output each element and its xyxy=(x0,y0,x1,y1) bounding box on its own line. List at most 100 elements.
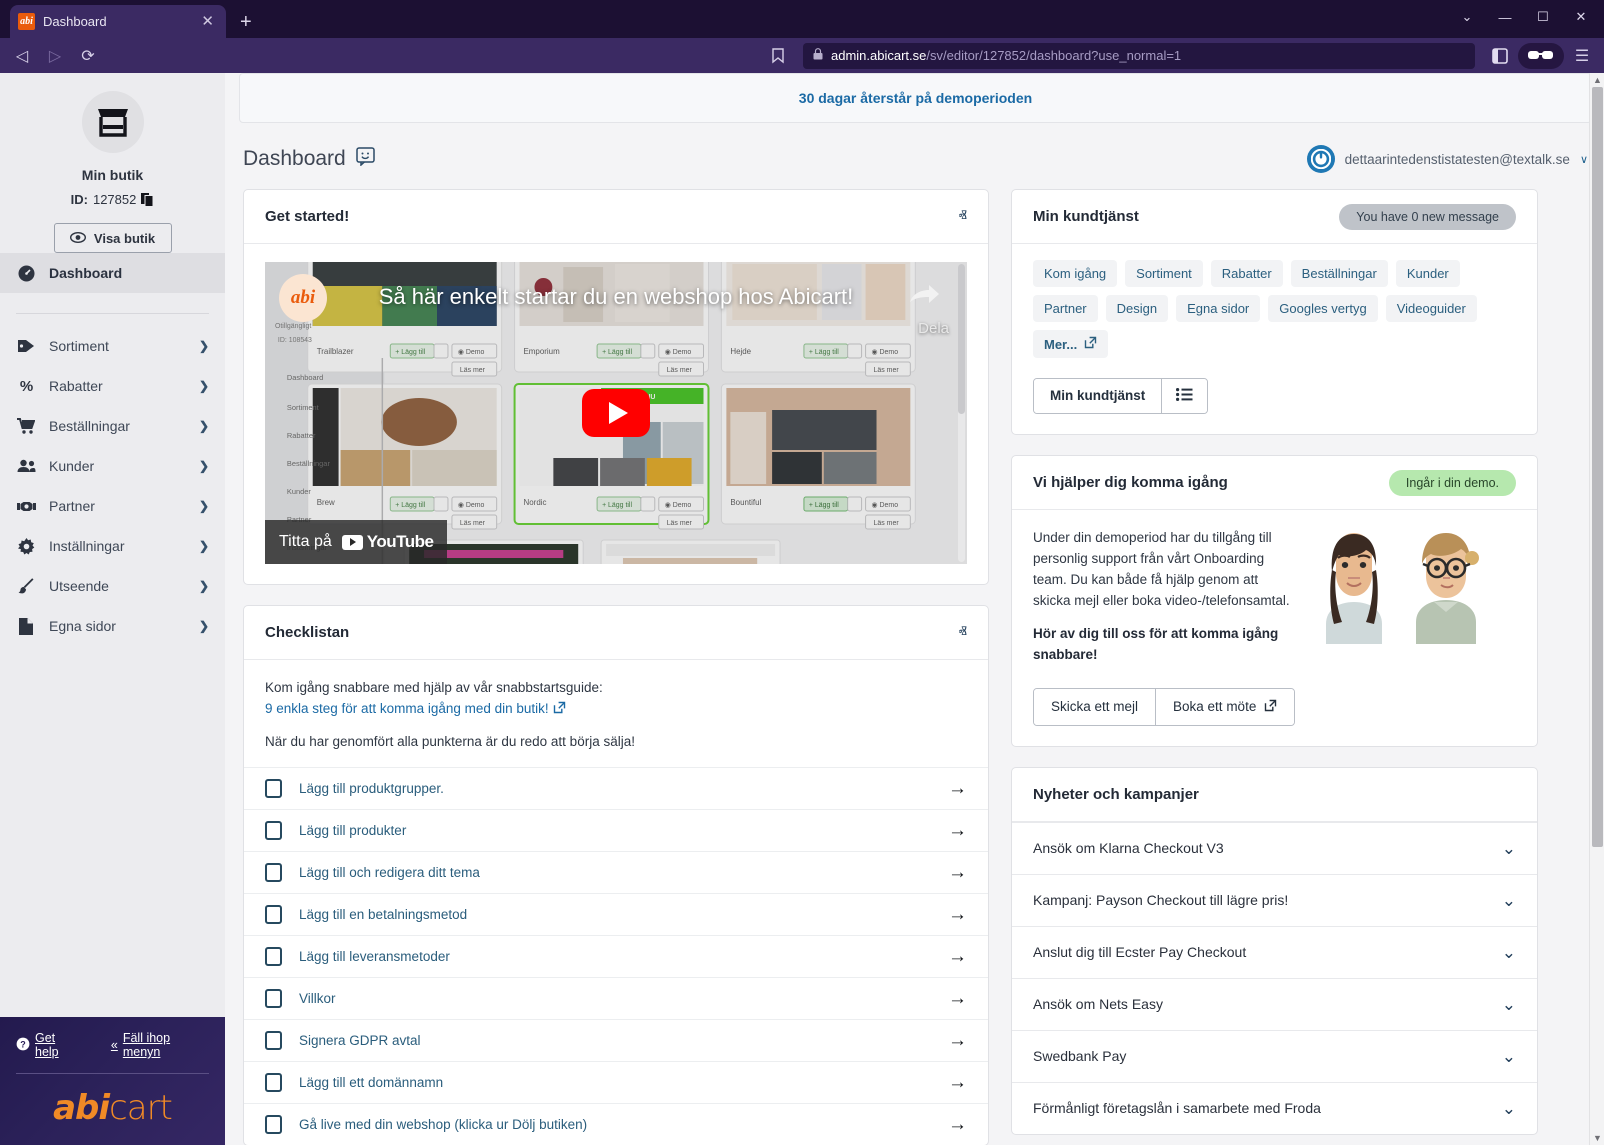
new-tab-button[interactable]: + xyxy=(240,12,252,32)
send-email-button[interactable]: Skicka ett mejl xyxy=(1034,688,1156,725)
checklist-item[interactable]: Lägg till en betalningsmetod → xyxy=(244,893,988,935)
support-tag[interactable]: Kom igång xyxy=(1033,260,1118,287)
quickstart-guide-link[interactable]: 9 enkla steg för att komma igång med din… xyxy=(265,701,566,717)
news-item[interactable]: Förmånligt företagslån i samarbete med F… xyxy=(1012,1081,1537,1134)
arrow-right-icon[interactable]: → xyxy=(948,989,967,1008)
address-bar[interactable]: admin.abicart.se/sv/editor/127852/dashbo… xyxy=(803,42,1475,69)
sidebar-item-dashboard[interactable]: Dashboard xyxy=(0,253,225,293)
sidebar-item-egna-sidor[interactable]: Egna sidor ❯ xyxy=(0,606,225,646)
onboarding-illustration xyxy=(1304,532,1516,644)
news-item[interactable]: Ansök om Klarna Checkout V3 ⌄ xyxy=(1012,821,1537,874)
checkbox[interactable] xyxy=(265,1031,282,1050)
chevron-up-icon[interactable]: ⱏ xyxy=(959,624,967,641)
arrow-right-icon[interactable]: → xyxy=(948,821,967,840)
chevron-down-icon[interactable]: ⌄ xyxy=(1502,1100,1516,1117)
view-store-button[interactable]: Visa butik xyxy=(53,223,172,253)
feedback-chat-icon[interactable] xyxy=(355,147,375,171)
sidebar-toggle-icon[interactable] xyxy=(1486,43,1514,69)
chevron-down-icon[interactable]: ⌄ xyxy=(1502,944,1516,961)
arrow-right-icon[interactable]: → xyxy=(948,1031,967,1050)
window-minimize-button[interactable]: — xyxy=(1488,4,1522,30)
bookmark-icon[interactable] xyxy=(764,43,792,69)
arrow-right-icon[interactable]: → xyxy=(948,1073,967,1092)
sidebar-item-kunder[interactable]: Kunder ❯ xyxy=(0,446,225,486)
copy-icon[interactable] xyxy=(141,192,154,207)
checklist-item[interactable]: Lägg till leveransmetoder → xyxy=(244,935,988,977)
sidebar-item-partner[interactable]: Partner ❯ xyxy=(0,486,225,526)
support-tag[interactable]: Mer... xyxy=(1033,330,1109,358)
page-scrollbar[interactable]: ▲ ▼ xyxy=(1589,73,1604,1145)
support-tag[interactable]: Sortiment xyxy=(1125,260,1203,287)
checklist-item[interactable]: Lägg till och redigera ditt tema → xyxy=(244,851,988,893)
window-maximize-button[interactable]: ☐ xyxy=(1526,4,1560,30)
support-tag[interactable]: Kunder xyxy=(1395,260,1460,287)
tab-list-chevron-down-icon[interactable]: ⌄ xyxy=(1450,4,1484,30)
sidebar-item-inst-llningar[interactable]: Inställningar ❯ xyxy=(0,526,225,566)
checkbox[interactable] xyxy=(265,821,282,840)
get-help-link[interactable]: ? Get help xyxy=(16,1031,81,1059)
chevron-down-icon[interactable]: ⌄ xyxy=(1502,892,1516,909)
checkbox[interactable] xyxy=(265,905,282,924)
support-main-button[interactable]: Min kundtjänst xyxy=(1034,379,1162,413)
checkbox[interactable] xyxy=(265,1115,282,1134)
chevron-down-icon[interactable]: ⌄ xyxy=(1502,1048,1516,1065)
book-meeting-button[interactable]: Boka ett möte xyxy=(1155,688,1295,725)
sidebar-item-rabatter[interactable]: % Rabatter ❯ xyxy=(0,366,225,406)
checkbox[interactable] xyxy=(265,863,282,882)
support-tag[interactable]: Egna sidor xyxy=(1176,295,1261,322)
menu-icon[interactable]: ☰ xyxy=(1568,43,1596,69)
checklist-item[interactable]: Gå live med din webshop (klicka ur Dölj … xyxy=(244,1103,988,1145)
arrow-right-icon[interactable]: → xyxy=(948,779,967,798)
checkbox[interactable] xyxy=(265,779,282,798)
arrow-right-icon[interactable]: → xyxy=(948,947,967,966)
news-item[interactable]: Ansök om Nets Easy ⌄ xyxy=(1012,977,1537,1030)
news-item[interactable]: Kampanj: Payson Checkout till lägre pris… xyxy=(1012,873,1537,926)
youtube-video-player[interactable]: Trailblazer Emporium Hejde + Lägg till ◉… xyxy=(265,262,967,564)
onboarding-body: Under din demoperiod har du tillgång til… xyxy=(1012,510,1537,666)
chevron-down-icon[interactable]: ⌄ xyxy=(1502,996,1516,1013)
chevron-down-icon[interactable]: ⌄ xyxy=(1502,840,1516,857)
checklist-item[interactable]: Lägg till produkter → xyxy=(244,809,988,851)
sidebar-item-sortiment[interactable]: Sortiment ❯ xyxy=(0,326,225,366)
scroll-down-arrow-icon[interactable]: ▼ xyxy=(1590,1131,1604,1145)
reload-icon[interactable]: ⟳ xyxy=(74,43,102,69)
scrollbar-thumb[interactable] xyxy=(1592,87,1603,847)
account-menu[interactable]: dettaarintedenstistatesten@textalk.se ∨ xyxy=(1306,145,1588,173)
checklist-item[interactable]: Signera GDPR avtal → xyxy=(244,1019,988,1061)
browser-tab[interactable]: abi Dashboard ✕ xyxy=(10,5,226,38)
support-tag[interactable]: Partner xyxy=(1033,295,1098,322)
support-tag[interactable]: Beställningar xyxy=(1290,260,1388,287)
support-tag[interactable]: Googles vertyg xyxy=(1268,295,1378,322)
chevron-right-icon: ❯ xyxy=(198,339,209,353)
news-item[interactable]: Anslut dig till Ecster Pay Checkout ⌄ xyxy=(1012,925,1537,978)
reader-mode-button[interactable] xyxy=(1518,42,1564,69)
watch-on-youtube-button[interactable]: Titta på YouTube xyxy=(265,520,448,564)
window-close-button[interactable]: ✕ xyxy=(1564,4,1598,30)
arrow-right-icon[interactable]: → xyxy=(948,1115,967,1134)
checkbox[interactable] xyxy=(265,947,282,966)
sidebar-item-best-llningar[interactable]: Beställningar ❯ xyxy=(0,406,225,446)
video-inner-scrollbar[interactable] xyxy=(958,264,965,562)
chevron-up-icon[interactable]: ⱏ xyxy=(959,208,967,225)
scroll-up-arrow-icon[interactable]: ▲ xyxy=(1590,73,1604,87)
percent-icon: % xyxy=(16,378,36,394)
sidebar-item-utseende[interactable]: Utseende ❯ xyxy=(0,566,225,606)
checklist-item[interactable]: Lägg till ett domännamn → xyxy=(244,1061,988,1103)
arrow-right-icon[interactable]: → xyxy=(948,905,967,924)
news-item[interactable]: Swedbank Pay ⌄ xyxy=(1012,1029,1537,1082)
support-list-button[interactable] xyxy=(1161,379,1208,413)
support-tag[interactable]: Rabatter xyxy=(1210,260,1283,287)
share-icon[interactable] xyxy=(907,280,941,314)
checkbox[interactable] xyxy=(265,1073,282,1092)
collapse-menu-link[interactable]: « Fäll ihop menyn xyxy=(111,1031,209,1059)
tab-close-icon[interactable]: ✕ xyxy=(197,12,218,31)
arrow-right-icon[interactable]: → xyxy=(948,863,967,882)
checklist-item[interactable]: Lägg till produktgrupper. → xyxy=(244,767,988,809)
play-button[interactable] xyxy=(582,389,650,437)
support-tag[interactable]: Videoguider xyxy=(1385,295,1477,322)
forward-icon[interactable]: ▷ xyxy=(41,43,69,69)
support-tag[interactable]: Design xyxy=(1105,295,1169,322)
back-icon[interactable]: ◁ xyxy=(8,43,36,69)
checklist-item[interactable]: Villkor → xyxy=(244,977,988,1019)
checkbox[interactable] xyxy=(265,989,282,1008)
